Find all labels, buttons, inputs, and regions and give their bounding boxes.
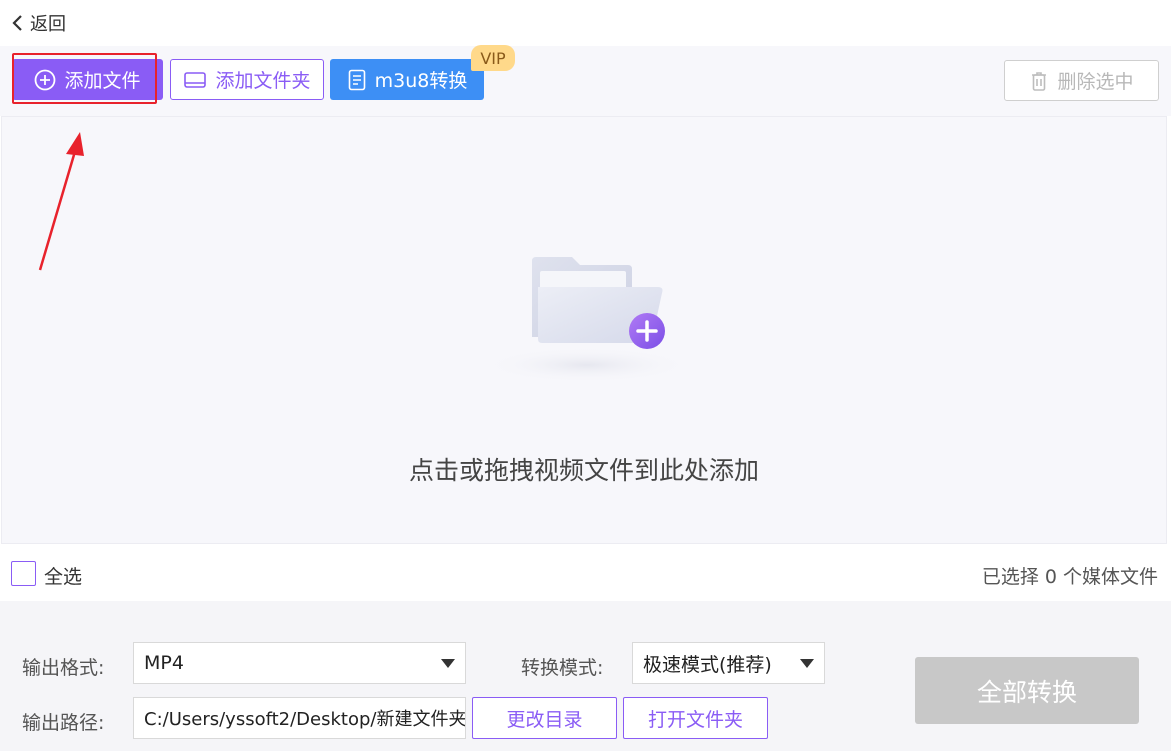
output-format-select[interactable]: MP4	[133, 642, 466, 684]
toolbar: 添加文件 添加文件夹 m3u8转换 删除选中	[0, 46, 1171, 116]
selected-count: 已选择 0 个媒体文件	[981, 566, 1158, 588]
select-all-label[interactable]: 全选	[44, 562, 82, 589]
convert-mode-select[interactable]: 极速模式(推荐)	[632, 642, 825, 684]
m3u8-convert-button[interactable]: m3u8转换	[330, 59, 484, 100]
output-path-label: 输出路径:	[22, 712, 105, 734]
output-format-value: MP4	[144, 652, 184, 674]
caret-down-icon	[800, 659, 814, 668]
add-file-button[interactable]: 添加文件	[12, 59, 163, 100]
caret-down-icon	[441, 659, 455, 668]
change-directory-button[interactable]: 更改目录	[472, 697, 617, 739]
trash-icon	[1032, 71, 1047, 91]
open-folder-button[interactable]: 打开文件夹	[623, 697, 768, 739]
top-bar: 返回	[0, 0, 1171, 46]
output-format-label: 输出格式:	[22, 657, 105, 679]
convert-all-button[interactable]: 全部转换	[915, 657, 1139, 724]
folder-plus-icon	[482, 257, 692, 383]
chevron-left-icon	[12, 15, 22, 31]
annotation-arrow	[38, 132, 84, 271]
vip-badge: VIP	[471, 45, 515, 71]
delete-selected-label: 删除选中	[1057, 71, 1134, 93]
back-label: 返回	[30, 14, 66, 35]
plus-circle-icon	[35, 69, 56, 90]
convert-mode-value: 极速模式(推荐)	[643, 653, 772, 676]
file-drop-area[interactable]: 点击或拖拽视频文件到此处添加	[1, 116, 1167, 544]
back-button[interactable]: 返回	[10, 10, 66, 36]
add-folder-button[interactable]: 添加文件夹	[170, 59, 324, 100]
output-path-input[interactable]: C:/Users/yssoft2/Desktop/新建文件夹	[133, 697, 466, 739]
add-file-label: 添加文件	[64, 70, 141, 92]
m3u8-convert-label: m3u8转换	[374, 70, 468, 92]
convert-mode-label: 转换模式:	[521, 657, 604, 679]
selection-row: 全选 已选择 0 个媒体文件	[0, 547, 1171, 601]
document-icon	[348, 69, 365, 90]
folder-icon	[184, 71, 207, 88]
select-all-checkbox[interactable]	[11, 561, 36, 586]
drop-hint: 点击或拖拽视频文件到此处添加	[408, 456, 759, 485]
delete-selected-button[interactable]: 删除选中	[1004, 60, 1159, 101]
settings-panel: 输出格式: MP4 转换模式: 极速模式(推荐) 输出路径: C:/Users/…	[0, 601, 1171, 751]
add-folder-label: 添加文件夹	[215, 70, 311, 92]
